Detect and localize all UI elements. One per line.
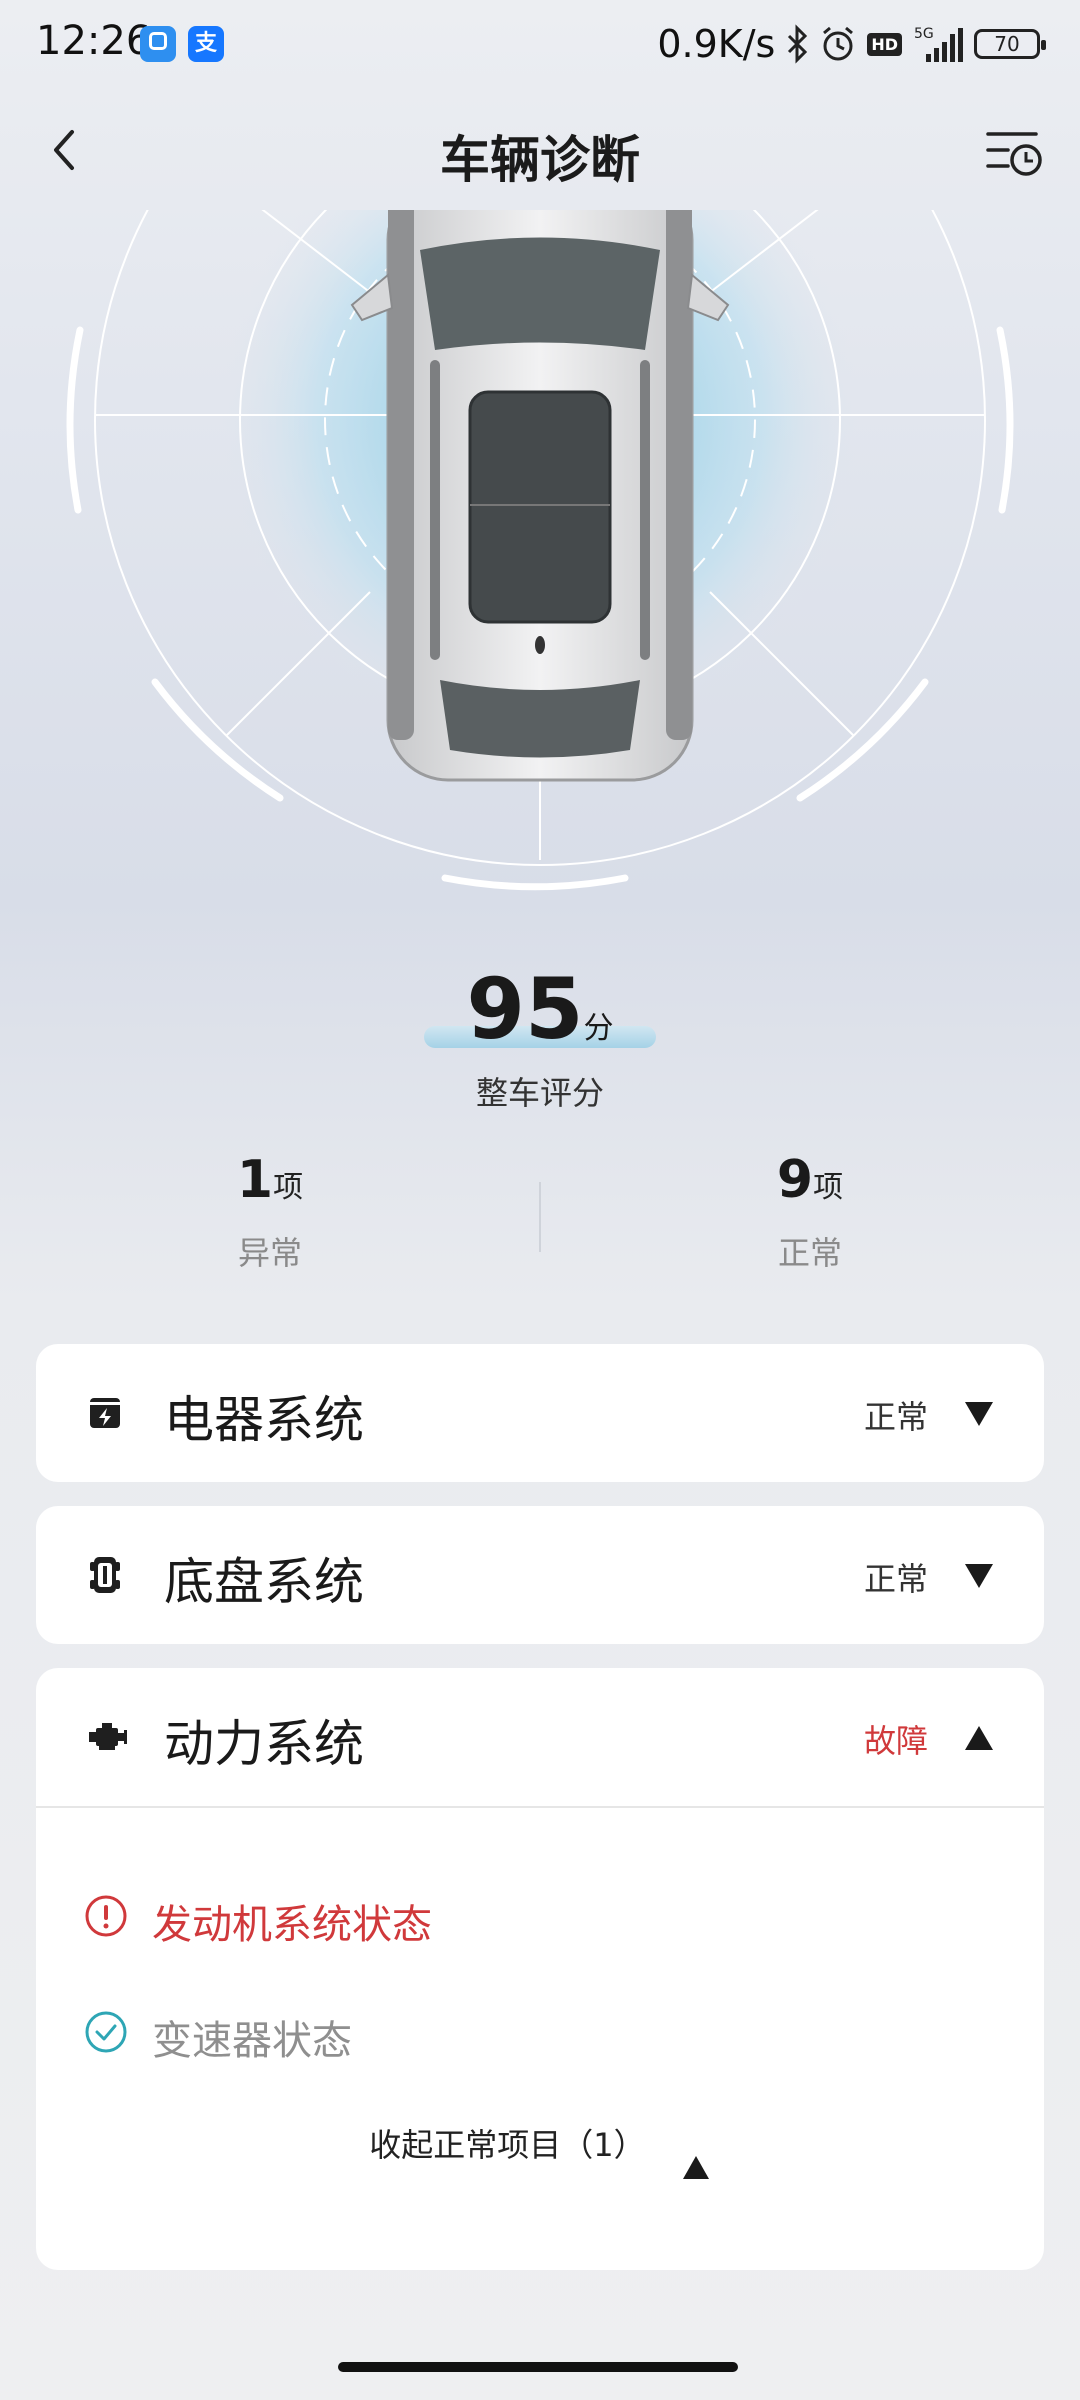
status-bar: 12:26 支 0.9K/s HD 5G 70 (0, 0, 1080, 90)
alipay-icon: 支 (188, 26, 224, 62)
net-speed: 0.9K/s (657, 22, 776, 66)
chevron-down-icon[interactable] (962, 1558, 996, 1592)
alarm-icon (823, 26, 854, 61)
chevron-up-icon[interactable] (962, 1720, 996, 1754)
check-circle-icon (85, 2011, 127, 2053)
chassis-system-status: 正常 (863, 1560, 928, 1598)
electrical-system-title: 电器系统 (164, 1391, 364, 1449)
transmission-label: 变速器状态 (152, 2018, 352, 2064)
notification-app-icon (140, 26, 176, 62)
score-label: 整车评分 (475, 1074, 604, 1112)
engine-system-item[interactable]: 发动机系统状态 (36, 1858, 1044, 1974)
abnormal-label: 异常 (237, 1234, 302, 1272)
abnormal-count: 1 (236, 1150, 274, 1210)
normal-label: 正常 (777, 1234, 842, 1272)
score-unit: 分 (583, 1011, 614, 1046)
chassis-system-header[interactable]: 底盘系统 正常 (36, 1506, 1044, 1644)
stats-divider (539, 1182, 541, 1252)
electrical-system-card: 电器系统 正常 (36, 1344, 1044, 1482)
score-value: 95 (466, 960, 584, 1058)
signal-label: 5G (914, 26, 934, 42)
power-system-status: 故障 (863, 1722, 928, 1760)
history-icon[interactable] (984, 120, 1044, 180)
electrical-icon (90, 1398, 120, 1428)
header: 车辆诊断 (0, 90, 1080, 210)
transmission-item[interactable]: 变速器状态 (36, 1974, 1044, 2090)
power-system-title: 动力系统 (164, 1715, 364, 1773)
engine-system-label: 发动机系统状态 (152, 1902, 432, 1948)
chassis-system-title: 底盘系统 (164, 1553, 364, 1611)
score-section: 95分 整车评分 (0, 960, 1080, 1114)
home-indicator[interactable] (338, 2362, 738, 2372)
electrical-system-header[interactable]: 电器系统 正常 (36, 1344, 1044, 1482)
collapse-label: 收起正常项目（1） (369, 2126, 646, 2164)
abnormal-stat[interactable]: 1项 异常 (70, 1150, 470, 1274)
engine-icon (89, 1723, 127, 1750)
signal-icon: 5G (914, 26, 963, 62)
normal-unit: 项 (813, 1170, 844, 1205)
abnormal-unit: 项 (273, 1170, 304, 1205)
chassis-system-card: 底盘系统 正常 (36, 1506, 1044, 1644)
car-diagnostic-visual (66, 210, 1014, 891)
hd-icon: HD (867, 32, 902, 56)
chevron-down-icon[interactable] (962, 1396, 996, 1430)
normal-count: 9 (776, 1150, 814, 1210)
bluetooth-icon (788, 24, 808, 64)
power-system-header[interactable]: 动力系统 故障 (36, 1668, 1044, 1806)
battery-indicator: 70 (974, 29, 1046, 59)
stats-summary: 1项 异常 9项 正常 (0, 1150, 1080, 1290)
car-top-view (350, 210, 730, 782)
electrical-system-status: 正常 (863, 1398, 928, 1436)
chevron-up-icon (682, 2155, 709, 2179)
alert-circle-icon (85, 1895, 127, 1937)
chassis-icon (90, 1557, 120, 1593)
normal-stat[interactable]: 9项 正常 (610, 1150, 1010, 1274)
status-indicators: 0.9K/s HD 5G 70 (657, 16, 1046, 72)
power-system-card: 动力系统 故障 发动机系统状态 变速器状态 收起正常项目（1） (36, 1668, 1044, 2270)
page-title: 车辆诊断 (440, 131, 640, 189)
status-time: 12:26 (36, 18, 152, 64)
collapse-normal-items[interactable]: 收起正常项目（1） (36, 2090, 1044, 2200)
